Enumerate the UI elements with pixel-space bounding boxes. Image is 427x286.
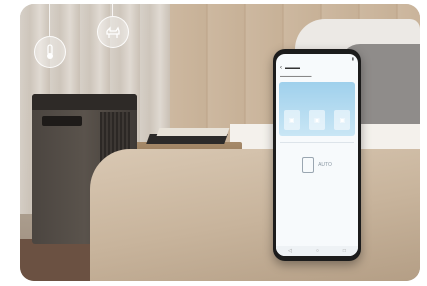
purifier-mode-icon [302,157,315,173]
recents-icon[interactable]: □ [343,248,346,254]
status-tile[interactable]: ▣ [283,110,300,130]
purifier-display [42,116,82,126]
mode-indicator[interactable]: AUTO [292,157,342,173]
pet-icon [97,16,129,48]
thermometer-icon [34,36,66,68]
status-bar: ▮ [276,54,358,62]
app-header: ‹ ▬▬▬ [276,62,358,74]
status-tile[interactable]: ▣ [334,110,351,130]
mode-label: AUTO [318,162,332,168]
photo-frame: ▮ ‹ ▬▬▬ ▬▬▬▬▬▬▬▬▬ ▣ ▣ ▣ AUTO ◁ ○ □ [20,4,420,281]
app-title-placeholder: ▬▬▬ [285,65,300,71]
air-quality-panel: ▣ ▣ ▣ [279,82,355,136]
nav-bar: ◁ ○ □ [276,246,358,256]
smartphone: ▮ ‹ ▬▬▬ ▬▬▬▬▬▬▬▬▬ ▣ ▣ ▣ AUTO ◁ ○ □ [273,49,361,261]
battery-icon: ▮ [351,55,354,61]
icon-connector-line [49,4,50,36]
phone-screen: ▮ ‹ ▬▬▬ ▬▬▬▬▬▬▬▬▬ ▣ ▣ ▣ AUTO ◁ ○ □ [276,54,358,256]
home-icon[interactable]: ○ [316,248,319,254]
blanket [90,149,420,281]
icon-connector-line [112,4,113,16]
back-icon[interactable]: ◁ [288,248,292,254]
status-tile[interactable]: ▣ [308,110,325,130]
book-light [156,128,230,136]
app-subtitle: ▬▬▬▬▬▬▬▬▬ [280,74,312,78]
divider [280,142,354,143]
purifier-top [32,94,137,110]
back-arrow-icon[interactable]: ‹ [280,65,282,71]
